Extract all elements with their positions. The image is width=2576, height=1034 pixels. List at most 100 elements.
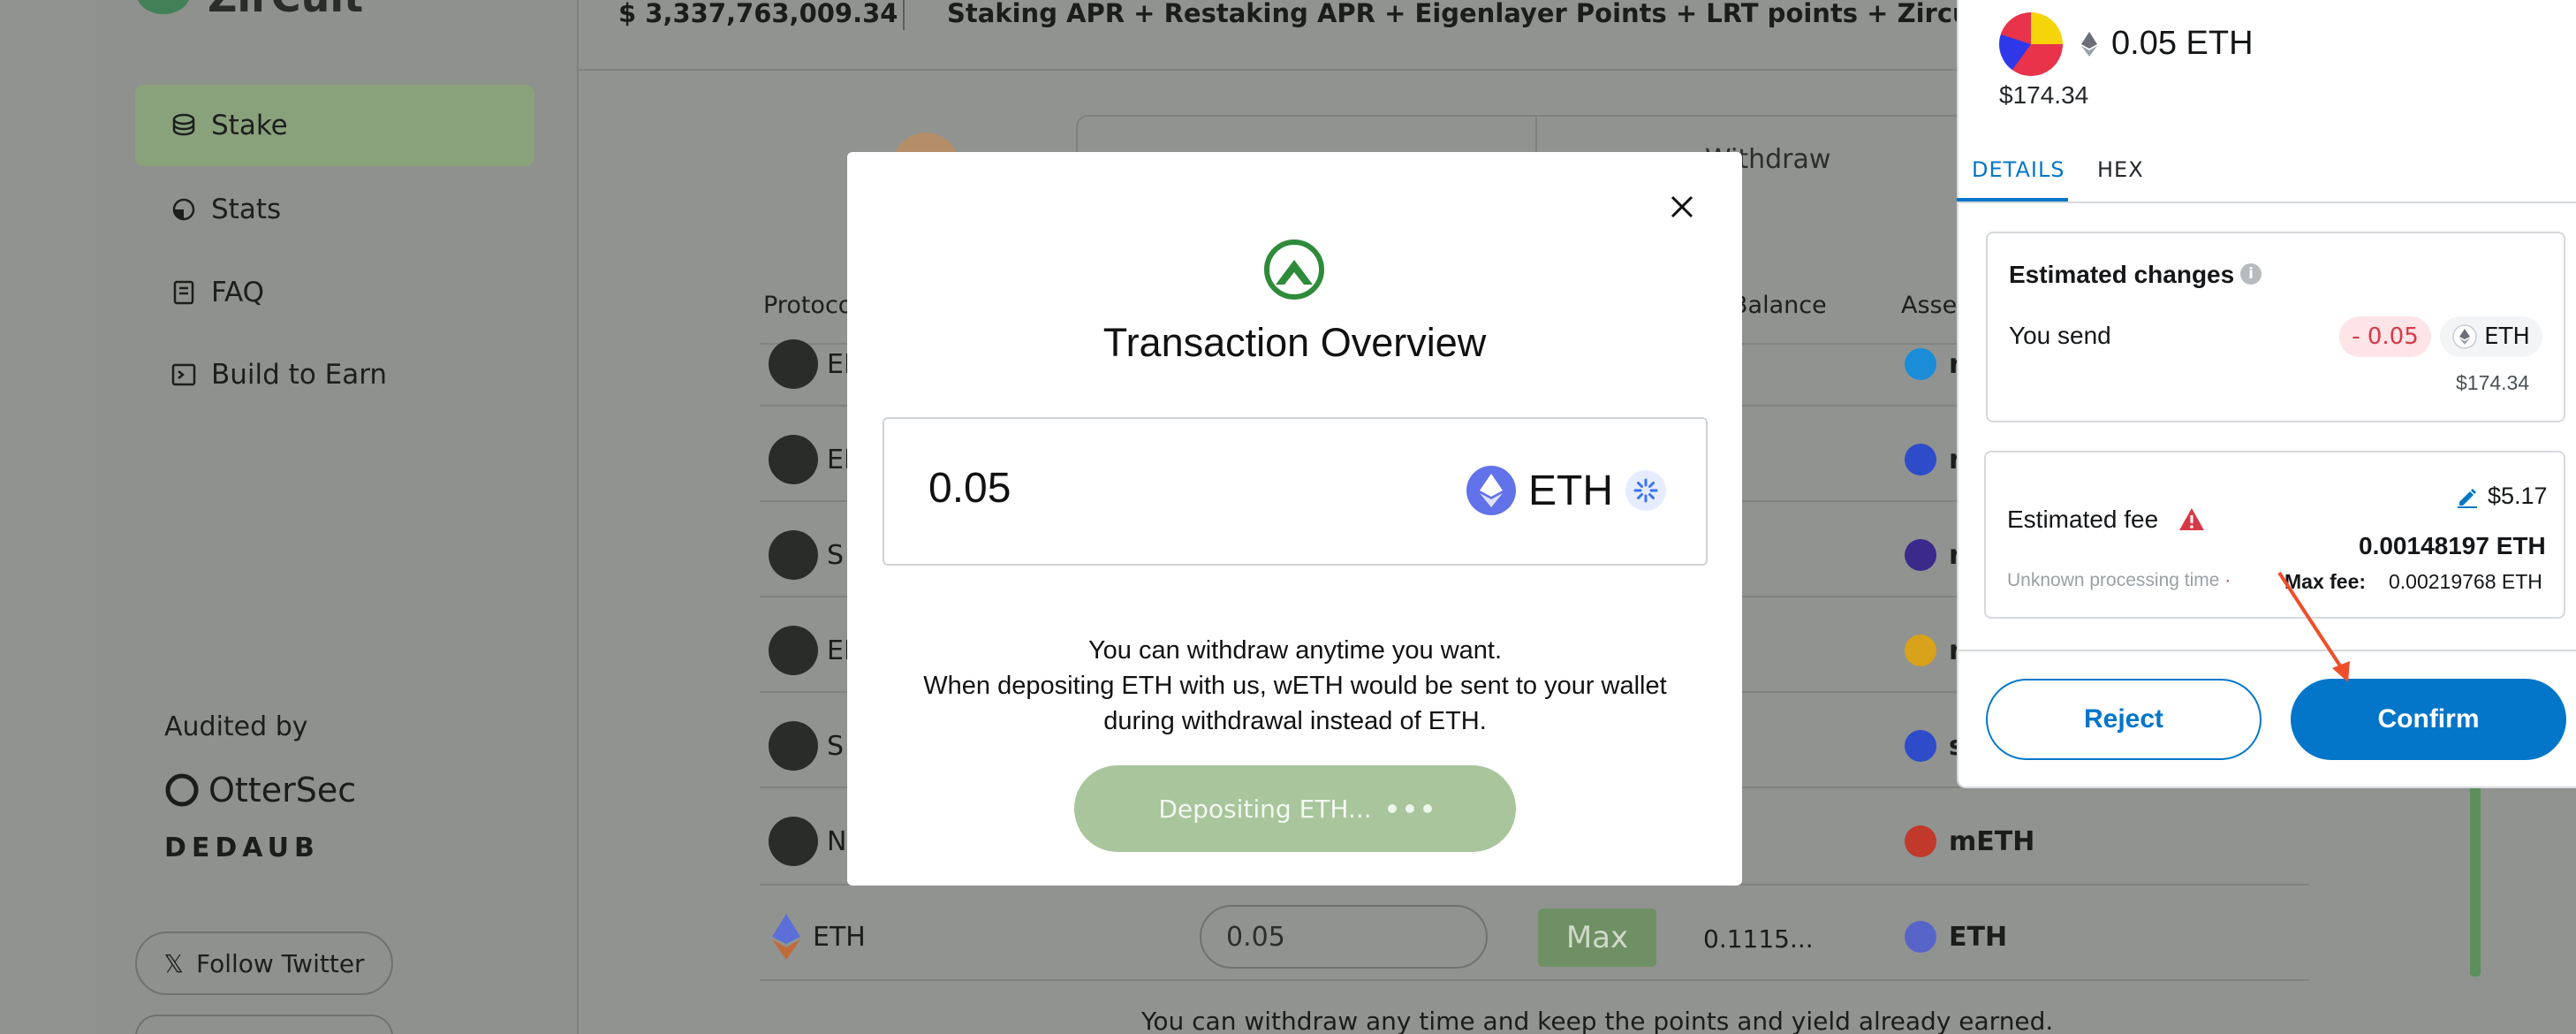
send-fiat: $174.34 (2456, 371, 2530, 394)
modal-title: Transaction Overview (1102, 320, 1487, 365)
token-label: ETH (1528, 467, 1613, 514)
table-row-protocol: N (769, 817, 846, 866)
asset-cell: r (1905, 348, 1962, 380)
tab-hex[interactable]: HEX (2097, 157, 2144, 182)
asset-cell: r (1905, 635, 1962, 666)
token-selector: ETH (1466, 466, 1666, 515)
sidebar-pill-button[interactable] (135, 1015, 393, 1034)
protocol-logo-icon (769, 626, 818, 675)
asset-cell: r (1905, 444, 1962, 475)
ottersec-logo: OtterSec (164, 771, 356, 810)
follow-twitter-button[interactable]: 𝕏 Follow Twitter (135, 931, 393, 995)
loading-dots-icon (1387, 804, 1432, 813)
x-logo-icon: 𝕏 (163, 948, 184, 978)
stack-icon (170, 112, 197, 139)
meth-icon (1905, 825, 1936, 857)
withdraw-note: You can withdraw any time and keep the p… (1141, 1007, 2054, 1034)
table-row-protocol: EI (769, 626, 852, 675)
estimated-fee-title: Estimated fee (2007, 506, 2159, 533)
table-row-protocol: EI (769, 339, 852, 389)
tvl-value: $ 3,337,763,009.34 (618, 0, 898, 28)
protocol-name: S (827, 730, 845, 762)
info-icon[interactable]: i (2240, 263, 2262, 285)
info-line: When depositing ETH with us, wETH would … (923, 672, 1667, 700)
wallet-fiat: $174.34 (1999, 81, 2089, 109)
asset-cell: ETH (1905, 921, 2007, 953)
column-header-balance: Balance (1731, 292, 1827, 319)
max-button[interactable]: Max (1538, 909, 1656, 967)
topbar-divider (903, 0, 905, 30)
asset-name: ETH (1949, 921, 2008, 953)
edit-pencil-icon (2458, 488, 2477, 508)
send-token: ETH (2440, 316, 2542, 357)
protocol-logo-icon (769, 721, 818, 771)
asset-token-icon (1905, 539, 1936, 571)
send-amount: - 0.05 (2339, 316, 2431, 357)
active-tab-indicator (1957, 198, 2068, 201)
column-header-protocol: Protocol (763, 292, 860, 319)
send-token-label: ETH (2484, 323, 2530, 350)
deposit-amount: 0.05 (928, 465, 1011, 512)
logo-text: ZirCuit (208, 0, 363, 21)
sidebar-item-build-to-earn[interactable]: Build to Earn (135, 334, 534, 415)
protocol-name: S (827, 539, 845, 571)
eth-amount-input[interactable]: 0.05 (1200, 905, 1488, 969)
you-send-label: You send (2009, 322, 2111, 349)
sidebar-item-label: FAQ (211, 277, 265, 308)
sidebar-item-stake[interactable]: Stake (135, 85, 534, 166)
chart-icon (170, 196, 197, 223)
apr-text: Staking APR + Restaking APR + Eigenlayer… (947, 0, 2092, 28)
info-line: during withdrawal instead of ETH. (1103, 707, 1487, 735)
protocol-name: N (827, 825, 847, 857)
ottersec-icon (165, 773, 199, 807)
wallet-amount: 0.05 ETH (2081, 25, 2254, 63)
follow-twitter-label: Follow Twitter (195, 948, 365, 978)
confirm-button[interactable]: Confirm (2291, 679, 2566, 760)
protocol-logo-icon (769, 339, 818, 389)
sidebar-item-label: Build to Earn (211, 359, 388, 391)
depositing-button[interactable]: Depositing ETH... (1074, 765, 1516, 852)
fee-fiat: $5.17 (2488, 483, 2548, 509)
book-icon (170, 279, 197, 306)
row-divider (760, 979, 2309, 981)
sidebar-item-stats[interactable]: Stats (135, 169, 534, 250)
table-row-protocol: S (769, 530, 844, 580)
info-line: You can withdraw anytime you want. (1087, 636, 1503, 665)
table-row-protocol: S (769, 721, 844, 771)
asset-token-icon (1905, 444, 1936, 475)
status-dot-icon: · (2224, 570, 2231, 590)
close-icon[interactable] (1663, 187, 1701, 226)
ethereum-icon (2452, 324, 2477, 349)
asset-name: mETH (1949, 825, 2035, 857)
max-fee-value: 0.00219768 ETH (2389, 570, 2542, 593)
wallet-amount-value: 0.05 ETH (2111, 25, 2254, 62)
zircuit-logo-icon (1263, 239, 1325, 300)
estimated-changes-title: Estimated changes (2009, 261, 2235, 288)
depositing-label: Depositing ETH... (1158, 794, 1372, 824)
asset-token-icon (1905, 635, 1936, 666)
modal-info-text: You can withdraw anytime you want. When … (883, 633, 1708, 739)
sidebar-item-label: Stats (211, 194, 282, 225)
ethereum-icon (772, 914, 800, 960)
eth-token-icon (1905, 921, 1936, 953)
protocol-logo-icon (769, 435, 818, 484)
warning-icon[interactable] (2178, 506, 2205, 533)
account-avatar (1999, 12, 2063, 76)
eth-balance: 0.1115... (1703, 924, 1814, 954)
sidebar-item-faq[interactable]: FAQ (135, 252, 534, 333)
ottersec-label: OtterSec (208, 771, 357, 810)
loading-spinner-icon (1625, 470, 1666, 511)
ethereum-icon (2081, 31, 2097, 57)
table-row-protocol: ETH (769, 912, 866, 962)
processing-time: Unknown processing time · (2007, 570, 2231, 591)
table-row-protocol: EI (769, 435, 852, 484)
fee-fiat-row[interactable]: $5.17 (2456, 483, 2548, 510)
asset-token-icon (1905, 730, 1936, 762)
tab-details[interactable]: DETAILS (1972, 157, 2065, 182)
audited-by-heading: Audited by (164, 711, 308, 742)
asset-token-icon (1905, 348, 1936, 380)
annotation-arrow-icon (2277, 571, 2350, 682)
reject-button[interactable]: Reject (1986, 679, 2262, 760)
sidebar-item-label: Stake (211, 110, 288, 141)
dedaub-logo: DEDAUB (164, 833, 320, 863)
